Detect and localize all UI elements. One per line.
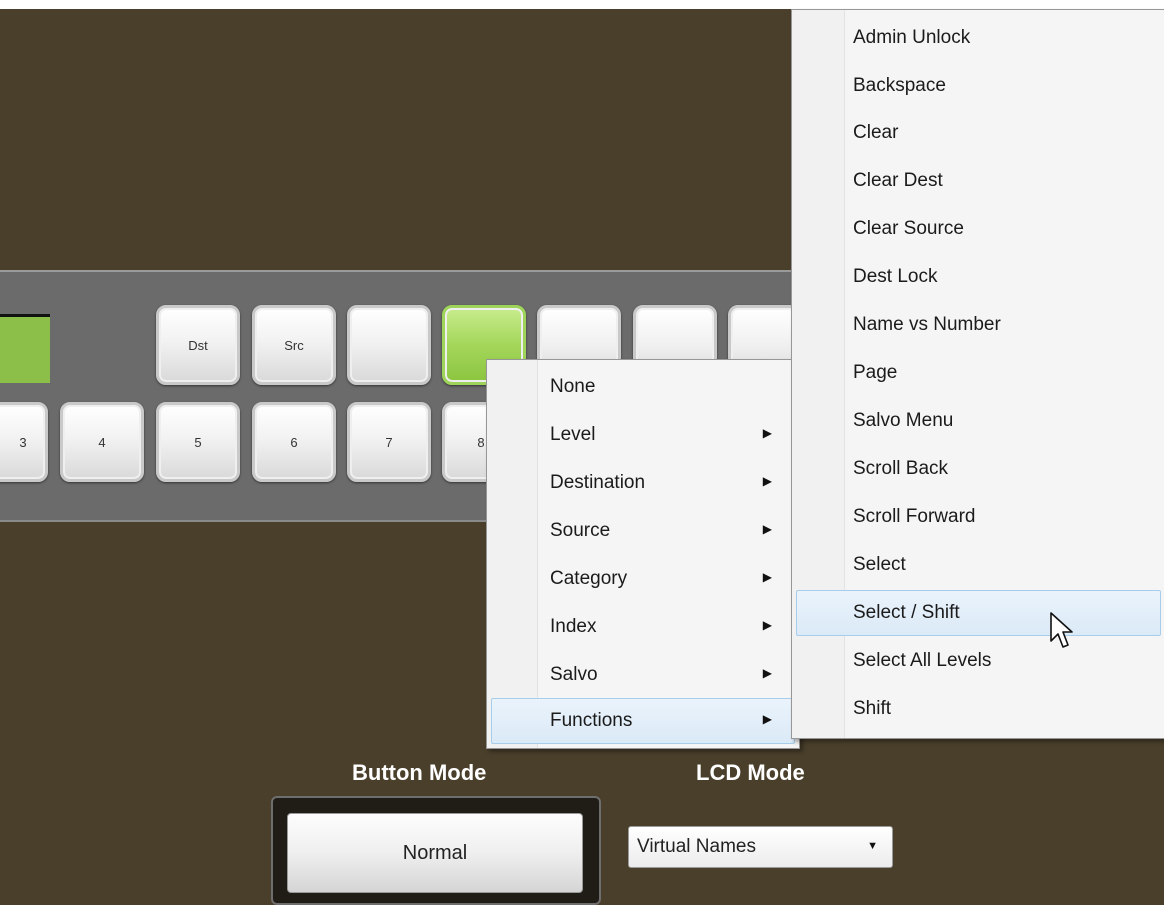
button-mode-normal-button[interactable]: Normal: [287, 813, 583, 893]
mouse-pointer-icon: [1050, 612, 1073, 648]
menu-item-category[interactable]: Category ▶: [491, 556, 795, 602]
submenu-item-label: Scroll Back: [853, 458, 949, 479]
submenu-item-label: Name vs Number: [853, 314, 1001, 335]
menu-item-label: Destination: [550, 472, 646, 493]
submenu-item-name-vs-number[interactable]: Name vs Number: [796, 302, 1161, 348]
submenu-item-page[interactable]: Page: [796, 350, 1161, 396]
submenu-item-label: Clear: [853, 122, 899, 143]
menu-item-index[interactable]: Index ▶: [491, 604, 795, 650]
menu-item-label: None: [550, 376, 596, 397]
key-src[interactable]: Src: [252, 305, 336, 385]
submenu-item-label: Scroll Forward: [853, 506, 976, 527]
submenu-arrow-icon: ▶: [762, 570, 772, 584]
menu-item-salvo[interactable]: Salvo ▶: [491, 652, 795, 698]
submenu-item-clear-dest[interactable]: Clear Dest: [796, 158, 1161, 204]
key-top-3[interactable]: [347, 305, 431, 385]
chevron-down-icon: ▼: [867, 840, 878, 852]
button-mode-label: Button Mode: [352, 760, 487, 785]
top-strip: [0, 0, 1164, 9]
key-3[interactable]: 3: [0, 402, 48, 482]
submenu-item-select-all-levels[interactable]: Select All Levels: [796, 638, 1161, 684]
key-7[interactable]: 7: [347, 402, 431, 482]
submenu-item-label: Backspace: [853, 75, 946, 96]
submenu-item-dest-lock[interactable]: Dest Lock: [796, 254, 1161, 300]
menu-item-destination[interactable]: Destination ▶: [491, 460, 795, 506]
key-4[interactable]: 4: [60, 402, 144, 482]
submenu-arrow-icon: ▶: [762, 618, 772, 632]
menu-item-label: Index: [550, 616, 597, 637]
submenu-item-backspace[interactable]: Backspace: [796, 63, 1161, 109]
submenu-item-shift[interactable]: Shift: [796, 686, 1161, 732]
submenu-item-scroll-forward[interactable]: Scroll Forward: [796, 494, 1161, 540]
submenu-item-admin-unlock[interactable]: Admin Unlock: [796, 15, 1161, 61]
submenu-arrow-icon: ▶: [762, 522, 772, 536]
menu-item-none[interactable]: None: [491, 364, 795, 410]
submenu-item-scroll-back[interactable]: Scroll Back: [796, 446, 1161, 492]
context-menu: None Level ▶ Destination ▶ Source ▶ Categor…: [486, 359, 800, 749]
menu-item-label: Source: [550, 520, 611, 541]
lcd-mode-selected: Virtual Names: [637, 836, 756, 857]
menu-item-level[interactable]: Level ▶: [491, 412, 795, 458]
functions-submenu: Admin Unlock Backspace Clear Clear Dest …: [791, 9, 1164, 739]
submenu-arrow-icon: ▶: [762, 712, 772, 726]
lcd-display: [0, 314, 50, 383]
menu-item-label: Category: [550, 568, 628, 589]
menu-item-label: Salvo: [550, 664, 598, 685]
submenu-item-label: Salvo Menu: [853, 410, 954, 431]
submenu-item-clear-source[interactable]: Clear Source: [796, 206, 1161, 252]
submenu-item-salvo-menu[interactable]: Salvo Menu: [796, 398, 1161, 444]
key-dst[interactable]: Dst: [156, 305, 240, 385]
submenu-item-label: Select: [853, 554, 906, 575]
submenu-item-label: Clear Source: [853, 218, 964, 239]
submenu-item-label: Dest Lock: [853, 266, 938, 287]
key-6[interactable]: 6: [252, 402, 336, 482]
lcd-mode-dropdown[interactable]: Virtual Names ▼: [628, 826, 893, 868]
submenu-arrow-icon: ▶: [762, 474, 772, 488]
key-label: 3: [19, 434, 27, 450]
submenu-arrow-icon: ▶: [762, 426, 772, 440]
menu-item-label: Level: [550, 424, 596, 445]
submenu-item-select[interactable]: Select: [796, 542, 1161, 588]
menu-item-functions[interactable]: Functions ▶: [491, 698, 795, 744]
menu-item-source[interactable]: Source ▶: [491, 508, 795, 554]
submenu-item-label: Page: [853, 362, 898, 383]
key-label: 8: [477, 434, 485, 450]
submenu-item-label: Clear Dest: [853, 170, 943, 191]
lcd-mode-label: LCD Mode: [696, 760, 805, 785]
menu-item-label: Functions: [550, 710, 633, 731]
submenu-arrow-icon: ▶: [762, 666, 772, 680]
submenu-item-clear[interactable]: Clear: [796, 110, 1161, 156]
submenu-item-label: Select / Shift: [853, 602, 960, 623]
submenu-item-label: Select All Levels: [853, 650, 992, 671]
submenu-item-label: Shift: [853, 698, 892, 719]
key-5[interactable]: 5: [156, 402, 240, 482]
submenu-item-select-shift[interactable]: Select / Shift: [796, 590, 1161, 636]
submenu-item-label: Admin Unlock: [853, 27, 971, 48]
